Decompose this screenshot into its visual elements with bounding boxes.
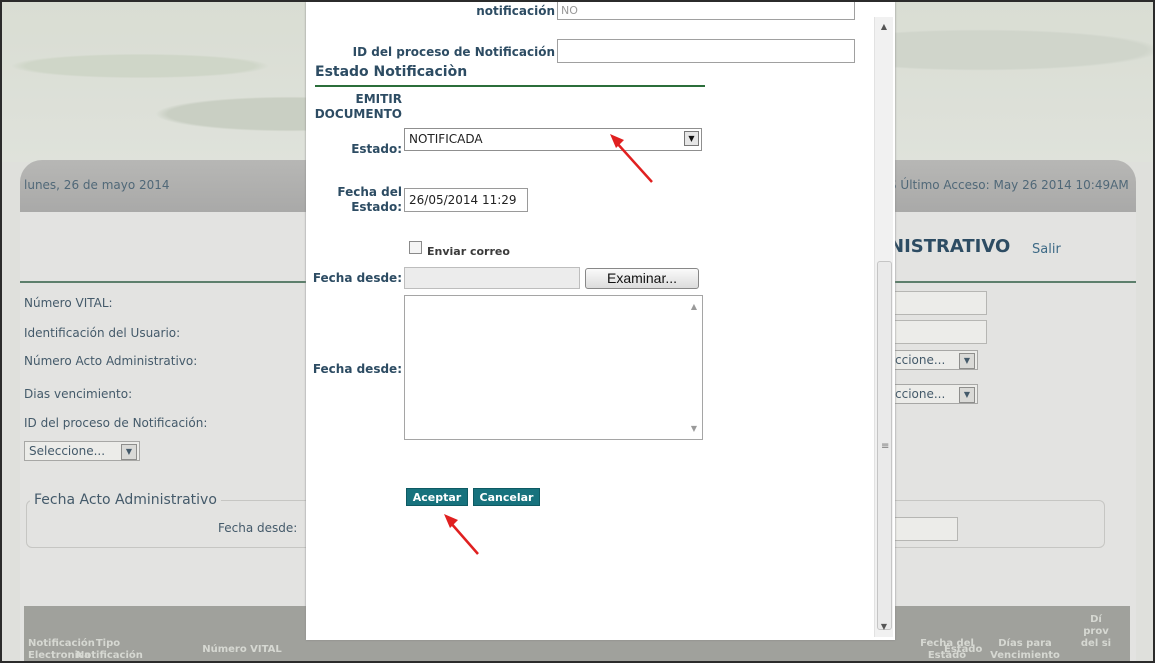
estado-label: Estado:: [351, 142, 402, 156]
page-title: NISTRATIVO: [889, 236, 1011, 257]
aceptar-button[interactable]: Aceptar: [406, 488, 468, 506]
identificacion-input[interactable]: [890, 320, 987, 344]
th-dias-prov[interactable]: Dí prov del si: [1076, 614, 1116, 650]
chevron-down-icon: ▼: [121, 444, 137, 460]
estado-select[interactable]: NOTIFICADA ▼: [404, 128, 702, 151]
fecha-estado-input[interactable]: 26/05/2014 11:29: [404, 188, 528, 212]
fecha-desde-file-label: Fecha desde:: [312, 271, 402, 285]
emitir-label-line1: EMITIR: [355, 92, 403, 106]
numero-acto-select-value: ccione...: [895, 353, 946, 367]
scrollbar-thumb[interactable]: ≡: [877, 261, 892, 630]
notificacion-field[interactable]: NO: [557, 2, 855, 20]
fecha-desde-label: Fecha desde:: [218, 521, 298, 535]
section-title: Estado Notificaciòn: [315, 64, 468, 80]
enviar-correo-checkbox[interactable]: [409, 241, 422, 254]
fecha-estado-label-line1: Fecha del: [337, 185, 402, 199]
current-date: lunes, 26 de mayo 2014: [24, 178, 170, 192]
chevron-down-icon: ▼: [959, 387, 975, 403]
numero-acto-label: Número Acto Administrativo:: [24, 354, 198, 368]
section-divider: [315, 85, 705, 87]
dialog-scrollbar[interactable]: ▲ ≡ ▼: [874, 17, 893, 637]
examinar-button[interactable]: Examinar...: [585, 268, 699, 289]
scroll-up-icon[interactable]: ▲: [875, 19, 893, 35]
notificacion-label: notificación: [476, 4, 555, 18]
id-proceso-notificacion-input[interactable]: [557, 39, 855, 63]
logout-link[interactable]: Salir: [1032, 242, 1061, 257]
numero-vital-input[interactable]: [890, 291, 987, 315]
chevron-down-icon: ▼: [684, 131, 699, 146]
estado-notificacion-dialog: notificación NO ID del proceso de Notifi…: [306, 2, 895, 640]
th-dias-vencimiento[interactable]: Días para Vencimiento: [990, 638, 1060, 661]
annotation-arrow-icon: [610, 134, 653, 183]
annotation-arrow-icon: [444, 514, 479, 555]
th-notificacion-electronica[interactable]: Notificación Electronica: [28, 638, 95, 661]
dias-vencimiento-label: Dias vencimiento:: [24, 387, 133, 401]
emitir-label-line2: DOCUMENTO: [314, 107, 402, 121]
scroll-down-icon[interactable]: ▼: [875, 619, 893, 635]
identificacion-label: Identificación del Usuario:: [24, 326, 181, 340]
th-tipo-notificacion[interactable]: Tipo Notificación: [76, 638, 143, 661]
screenshot-frame: lunes, 26 de mayo 2014 S Último Acceso: …: [0, 0, 1155, 663]
fecha-desde-text-label: Fecha desde:: [312, 362, 402, 376]
fecha-hasta-input[interactable]: [890, 517, 958, 541]
scroll-up-icon: ▲: [690, 302, 697, 311]
th-numero-vital[interactable]: Número VITAL: [202, 644, 282, 656]
observaciones-textarea[interactable]: ▲ ▼: [404, 295, 703, 440]
fecha-acto-legend: Fecha Acto Administrativo: [30, 492, 221, 508]
grip-icon: ≡: [881, 441, 890, 452]
scroll-down-icon: ▼: [690, 424, 697, 433]
last-access: S Último Acceso: May 26 2014 10:49AM: [889, 178, 1129, 192]
id-proceso-select-value: Seleccione...: [29, 444, 106, 458]
enviar-correo-label: Enviar correo: [427, 245, 510, 258]
chevron-down-icon: ▼: [959, 353, 975, 369]
id-proceso-label: ID del proceso de Notificación:: [24, 416, 208, 430]
id-proceso-select[interactable]: Seleccione... ▼: [24, 441, 140, 461]
numero-acto-select[interactable]: ccione... ▼: [890, 350, 978, 370]
fecha-estado-label-line2: Estado:: [351, 200, 402, 214]
estado-select-value: NOTIFICADA: [409, 132, 483, 146]
dias-vencimiento-select[interactable]: ccione... ▼: [890, 384, 978, 404]
cancelar-button[interactable]: Cancelar: [473, 488, 540, 506]
numero-vital-label: Número VITAL:: [24, 296, 113, 310]
id-proceso-notificacion-label: ID del proceso de Notificación: [352, 45, 555, 59]
th-fecha-estado[interactable]: Fecha del Estado: [912, 638, 982, 661]
file-path-field[interactable]: [404, 267, 580, 289]
dias-vencimiento-select-value: ccione...: [895, 387, 946, 401]
